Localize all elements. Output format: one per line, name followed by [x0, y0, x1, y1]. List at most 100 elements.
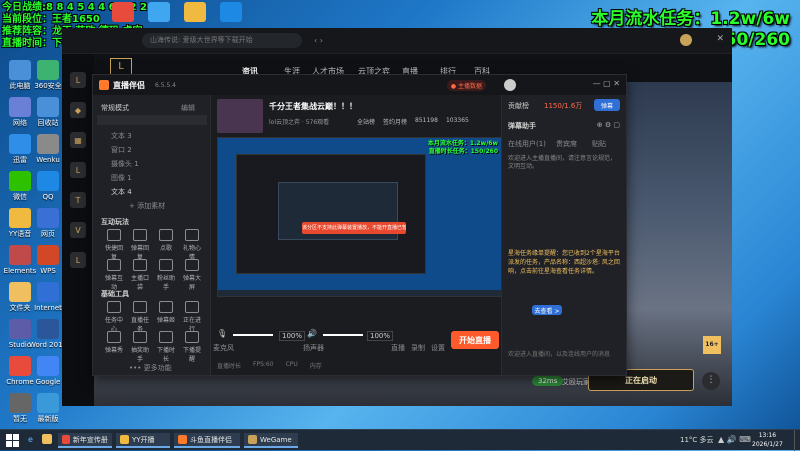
- sidebar-lol2-icon[interactable]: L: [70, 162, 86, 178]
- user-avatar[interactable]: [504, 79, 516, 91]
- settings-tool[interactable]: 设置: [431, 343, 445, 353]
- danmu-tab[interactable]: 弹幕: [594, 99, 620, 111]
- tool-icon: [185, 229, 199, 241]
- start-live-button[interactable]: 开始直播: [451, 331, 499, 349]
- more-tools-button[interactable]: ••• 更多功能: [129, 363, 172, 373]
- basic-tool[interactable]: 下播时长: [155, 331, 177, 363]
- tool-label: 点歌: [159, 245, 172, 252]
- show-desktop-button[interactable]: [794, 430, 800, 451]
- chat-panel: 贡献榜 1150/1.6万 弹幕 弹幕助手 ⊕ ⚙ ▢ 在线用户(1) 贵宾席 …: [501, 95, 626, 375]
- folder-icon[interactable]: [42, 434, 52, 444]
- subtab-sticky[interactable]: 贴贴: [592, 139, 606, 149]
- basic-tool[interactable]: 直播任务: [129, 301, 151, 333]
- speaker-icon[interactable]: 🔊: [307, 329, 317, 338]
- interact-tool[interactable]: 弹幕互动: [103, 259, 125, 291]
- assistant-tools-icon[interactable]: ⊕ ⚙ ▢: [597, 121, 620, 129]
- live-title[interactable]: 千分王者集战云巅！！！: [269, 101, 357, 112]
- edit-button[interactable]: 编辑: [181, 103, 195, 113]
- taskbar-app[interactable]: WeGame: [244, 433, 298, 448]
- tool-label: 弹幕秀: [104, 347, 123, 354]
- sidebar-valorant-icon[interactable]: V: [70, 222, 86, 238]
- stat-month-rank[interactable]: 签约月榜: [383, 117, 407, 126]
- add-source-button[interactable]: + 添加素材: [129, 201, 165, 211]
- status-bar: 直播时长 FPS:60 CPU 内存: [217, 361, 322, 370]
- start-menu-icon[interactable]: [6, 434, 19, 447]
- basic-tool[interactable]: 抽奖助手: [129, 331, 151, 363]
- desktop-top-icons: [112, 2, 242, 22]
- source-item[interactable]: 摄像头 1: [111, 159, 139, 169]
- tool-icon: [107, 259, 121, 271]
- mic-icon[interactable]: 🎙: [217, 329, 227, 338]
- back-icon[interactable]: ‹ ›: [314, 36, 323, 45]
- taskbar-app-label: YY开播: [132, 435, 155, 444]
- source-item[interactable]: 图像 1: [111, 173, 132, 183]
- desktop-shortcut-icon: [37, 393, 59, 413]
- view-task-button[interactable]: 去查看 >: [532, 305, 562, 315]
- interact-tool[interactable]: 弹幕大屏: [181, 259, 203, 291]
- tool-icon: [159, 229, 173, 241]
- window-controls-icon[interactable]: — ▢ ✕: [593, 79, 620, 88]
- interact-tool[interactable]: 点歌: [155, 229, 177, 252]
- basic-tool[interactable]: 下播提醒: [181, 331, 203, 363]
- mic-volume-slider[interactable]: [233, 334, 273, 336]
- subtab-vip[interactable]: 贵宾席: [556, 139, 577, 149]
- tool-label: 主播口袋: [130, 275, 149, 291]
- stream-cover-thumbnail[interactable]: [217, 99, 263, 133]
- speaker-label: 扬声器: [303, 344, 324, 352]
- weather[interactable]: 11°C 多云: [680, 435, 714, 445]
- desktop-shortcut-icon: [37, 208, 59, 228]
- mic-label: 麦克风: [213, 344, 234, 352]
- contribution-tab[interactable]: 贡献榜: [508, 101, 529, 111]
- speaker-volume-value[interactable]: 100%: [367, 331, 394, 341]
- speaker-volume-slider[interactable]: [323, 334, 363, 336]
- taskbar-app[interactable]: YY开播: [116, 433, 170, 448]
- record-tool[interactable]: 录制: [411, 343, 425, 353]
- basic-tool[interactable]: 任务中心: [103, 301, 125, 333]
- clock[interactable]: 13:16 2026/1/27: [752, 431, 783, 449]
- tool-label: 下播时长: [156, 347, 175, 363]
- mic-volume-value[interactable]: 100%: [279, 331, 306, 341]
- edge-icon[interactable]: e: [28, 435, 33, 444]
- avatar[interactable]: [680, 34, 692, 46]
- stream-preview[interactable]: 本月流水任务：1.2w/6w 直播时长任务：150/260 该分区不支持此弹幕装…: [217, 137, 503, 297]
- desktop-shortcut-icon: [37, 282, 59, 302]
- sidebar-lol-icon[interactable]: L: [70, 72, 86, 88]
- more-options-icon[interactable]: ⋮: [702, 372, 720, 390]
- source-item[interactable]: 文本 4: [111, 187, 132, 197]
- basic-tool[interactable]: 弹幕秀: [103, 331, 125, 354]
- tool-icon: [159, 331, 173, 343]
- interact-tool[interactable]: 粉丝助手: [155, 259, 177, 291]
- stat-fans: 103365: [445, 117, 469, 124]
- sidebar-tft-icon[interactable]: T: [70, 192, 86, 208]
- mode-select[interactable]: 常规模式: [101, 103, 129, 113]
- interact-tool[interactable]: 礼物心情: [181, 229, 203, 261]
- sidebar-game-icon[interactable]: ◆: [70, 102, 86, 118]
- basic-tool[interactable]: 正在进行: [181, 301, 203, 333]
- close-icon[interactable]: ✕: [716, 34, 724, 44]
- wegame-search-input[interactable]: 山海传说: 爱级大世界等下载开始: [142, 33, 302, 48]
- stat-total-rank[interactable]: 全站榜: [357, 117, 375, 126]
- taskbar-app[interactable]: 新年宣传册_小飞猪: [58, 433, 112, 448]
- taskbar-app[interactable]: 斗鱼直播伴侣: [174, 433, 240, 448]
- tray-icons[interactable]: ▲ 🔊 ⌨: [718, 435, 751, 444]
- sidebar-lol3-icon[interactable]: L: [70, 252, 86, 268]
- tool-label: 下播提醒: [182, 347, 201, 363]
- live-tool[interactable]: 直播: [391, 343, 405, 353]
- streaming-app-window: 直播伴侣 6.5.5.4 ● 主播数据 — ▢ ✕ 千分王者集战云巅！！！ lo…: [92, 74, 627, 376]
- subtab-online[interactable]: 在线用户(1): [508, 139, 546, 149]
- interact-tool[interactable]: 主播口袋: [129, 259, 151, 291]
- tool-icon: [107, 229, 121, 241]
- sidebar-library-icon[interactable]: ▦: [70, 132, 86, 148]
- source-item[interactable]: 窗口 2: [111, 145, 132, 155]
- stream-stats: 全站榜 签约月榜 851198 103365: [357, 117, 469, 126]
- interact-tool[interactable]: 快捷回复: [103, 229, 125, 261]
- source-item[interactable]: 文本 3: [111, 131, 132, 141]
- tool-icon: [159, 301, 173, 313]
- stream-category[interactable]: lol云顶之弈 · 576观看: [269, 117, 329, 126]
- chat-input[interactable]: 欢迎进入直播间，以及连线用户的消息: [508, 351, 620, 359]
- status-item: 直播时长: [217, 363, 242, 370]
- interact-tool[interactable]: 弹幕回复: [129, 229, 151, 261]
- basic-tool[interactable]: 弹幕姬: [155, 301, 177, 324]
- taskbar-app-label: 新年宣传册_小飞猪: [72, 435, 108, 444]
- desktop-shortcut-icon: [37, 134, 59, 154]
